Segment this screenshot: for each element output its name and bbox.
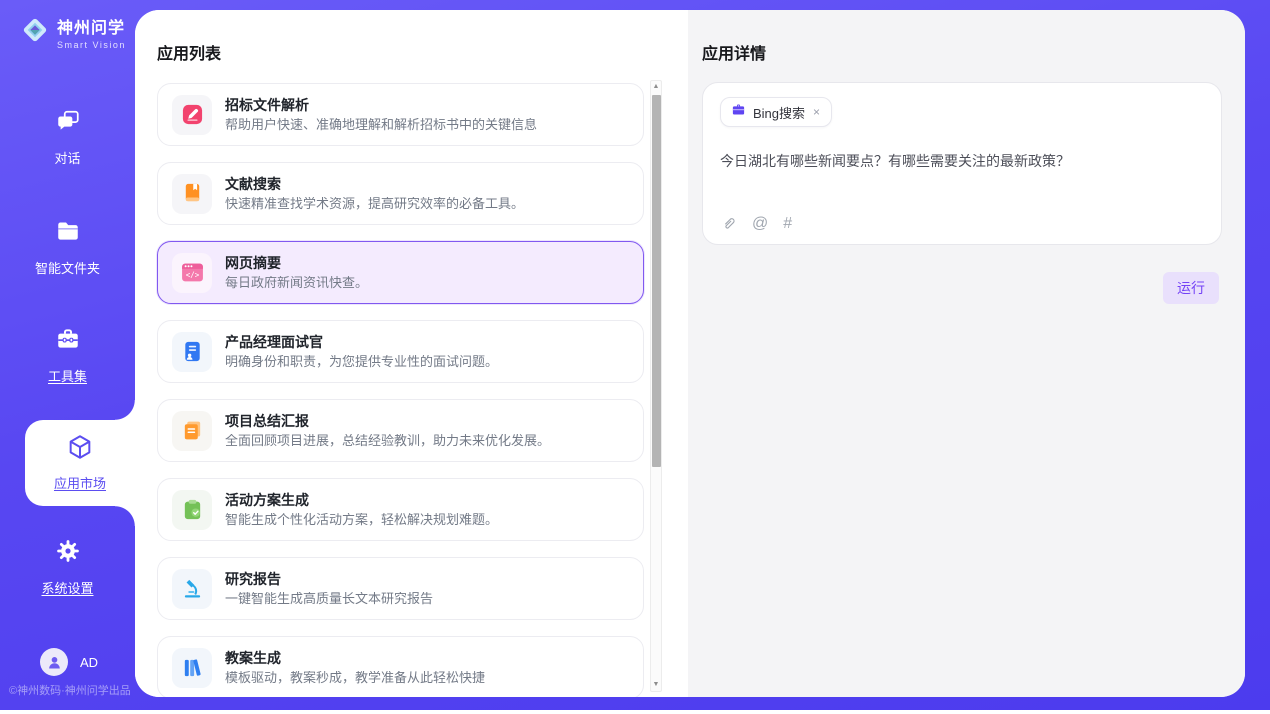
app-card-desc: 智能生成个性化活动方案，轻松解决规划难题。 (225, 513, 498, 526)
sidebar-item-3[interactable]: 工具集 (0, 326, 135, 385)
app-card-name: 产品经理面试官 (225, 335, 498, 349)
notes-icon (172, 411, 212, 451)
app-card-desc: 快速精准查找学术资源，提高研究效率的必备工具。 (225, 197, 524, 210)
app-card-8[interactable]: 教案生成模板驱动，教案秒成，教学准备从此轻松快捷 (157, 636, 644, 697)
microscope-icon (172, 569, 212, 609)
avatar (40, 648, 68, 676)
main-content: 应用列表 招标文件解析帮助用户快速、准确地理解和解析招标书中的关键信息文献搜索快… (135, 10, 1245, 697)
interview-doc-icon (172, 332, 212, 372)
app-card-7[interactable]: 研究报告一键智能生成高质量长文本研究报告 (157, 557, 644, 620)
sidebar-item-5[interactable]: 系统设置 (0, 538, 135, 597)
clipboard-check-icon (172, 490, 212, 530)
webpage-code-icon: </> (172, 253, 212, 293)
books-icon (172, 648, 212, 688)
app-card-name: 文献搜索 (225, 177, 524, 191)
tool-chip-bing-search[interactable]: Bing搜索 × (720, 97, 832, 127)
sidebar-item-label: 对话 (54, 148, 80, 167)
run-button[interactable]: 运行 (1163, 272, 1219, 304)
brand-name: 神州问学 (57, 14, 126, 38)
app-card-4[interactable]: 产品经理面试官明确身份和职责，为您提供专业性的面试问题。 (157, 320, 644, 383)
query-text[interactable]: 今日湖北有哪些新闻要点？有哪些需要关注的最新政策？ (720, 151, 1204, 171)
app-card-desc: 每日政府新闻资讯快查。 (225, 276, 368, 289)
scroll-down-icon[interactable] (651, 679, 661, 691)
mention-icon[interactable]: @ (752, 216, 768, 232)
svg-text:</>: </> (185, 271, 199, 280)
app-card-desc: 帮助用户快速、准确地理解和解析招标书中的关键信息 (225, 118, 537, 131)
sidebar-item-2[interactable]: 智能文件夹 (0, 218, 135, 277)
app-card-2[interactable]: 文献搜索快速精准查找学术资源，提高研究效率的必备工具。 (157, 162, 644, 225)
brand-subtitle: Smart Vision (57, 40, 126, 50)
app-card-name: 招标文件解析 (225, 98, 537, 112)
app-card-desc: 模板驱动，教案秒成，教学准备从此轻松快捷 (225, 671, 485, 684)
sidebar-item-label: 系统设置 (41, 578, 93, 597)
app-list-panel: 应用列表 招标文件解析帮助用户快速、准确地理解和解析招标书中的关键信息文献搜索快… (135, 10, 688, 697)
sidebar-item-label: 工具集 (48, 366, 87, 385)
book-icon (172, 174, 212, 214)
person-icon (46, 654, 63, 671)
app-detail-panel: 应用详情 Bing搜索 × 今日湖北有哪些新闻要点？有哪些需要关注的最新政策？ (688, 10, 1245, 697)
sidebar-item-label: 智能文件夹 (35, 258, 100, 277)
chat-icon (55, 108, 81, 139)
paperclip-icon[interactable] (720, 215, 737, 232)
close-icon[interactable]: × (812, 105, 821, 119)
app-card-3[interactable]: </> 网页摘要每日政府新闻资讯快查。 (157, 241, 644, 304)
sidebar-item-label: 应用市场 (54, 473, 106, 492)
tool-chip-label: Bing搜索 (753, 103, 805, 122)
app-card-name: 项目总结汇报 (225, 414, 550, 428)
user-badge[interactable]: AD (40, 648, 98, 676)
query-toolbar: @ # (720, 215, 792, 232)
bid-edit-icon (172, 95, 212, 135)
app-card-name: 活动方案生成 (225, 493, 498, 507)
query-card[interactable]: Bing搜索 × 今日湖北有哪些新闻要点？有哪些需要关注的最新政策？ @ # (702, 82, 1222, 245)
scrollbar[interactable] (650, 80, 662, 692)
sidebar: 神州问学 Smart Vision 对话智能文件夹工具集应用市场系统设置 AD … (0, 0, 135, 710)
user-initials: AD (80, 655, 98, 670)
sidebar-item-4[interactable]: 应用市场 (25, 420, 135, 506)
scroll-up-icon[interactable] (651, 81, 661, 93)
diamond-logo-icon (20, 15, 50, 50)
app-card-name: 研究报告 (225, 572, 433, 586)
app-card-name: 网页摘要 (225, 256, 368, 270)
cube-icon (66, 433, 94, 466)
app-card-desc: 明确身份和职责，为您提供专业性的面试问题。 (225, 355, 498, 368)
app-card-6[interactable]: 活动方案生成智能生成个性化活动方案，轻松解决规划难题。 (157, 478, 644, 541)
app-card-desc: 一键智能生成高质量长文本研究报告 (225, 592, 433, 605)
app-frame: 神州问学 Smart Vision 对话智能文件夹工具集应用市场系统设置 AD … (0, 0, 1270, 710)
app-card-5[interactable]: 项目总结汇报全面回顾项目进展，总结经验教训，助力未来优化发展。 (157, 399, 644, 462)
brand-logo: 神州问学 Smart Vision (20, 14, 126, 50)
app-detail-title: 应用详情 (702, 40, 766, 64)
app-card-desc: 全面回顾项目进展，总结经验教训，助力未来优化发展。 (225, 434, 550, 447)
app-cards: 招标文件解析帮助用户快速、准确地理解和解析招标书中的关键信息文献搜索快速精准查找… (157, 83, 644, 697)
gear-icon (55, 538, 81, 569)
briefcase-icon (731, 102, 746, 122)
hash-icon[interactable]: # (783, 216, 792, 232)
toolbox-icon (55, 326, 81, 357)
sidebar-footer: ©神州数码·神州问学出品 (9, 682, 139, 698)
scrollbar-thumb[interactable] (652, 95, 661, 467)
app-card-name: 教案生成 (225, 651, 485, 665)
app-card-1[interactable]: 招标文件解析帮助用户快速、准确地理解和解析招标书中的关键信息 (157, 83, 644, 146)
app-list-title: 应用列表 (157, 40, 221, 64)
folder-icon (55, 218, 81, 249)
sidebar-item-1[interactable]: 对话 (0, 108, 135, 167)
